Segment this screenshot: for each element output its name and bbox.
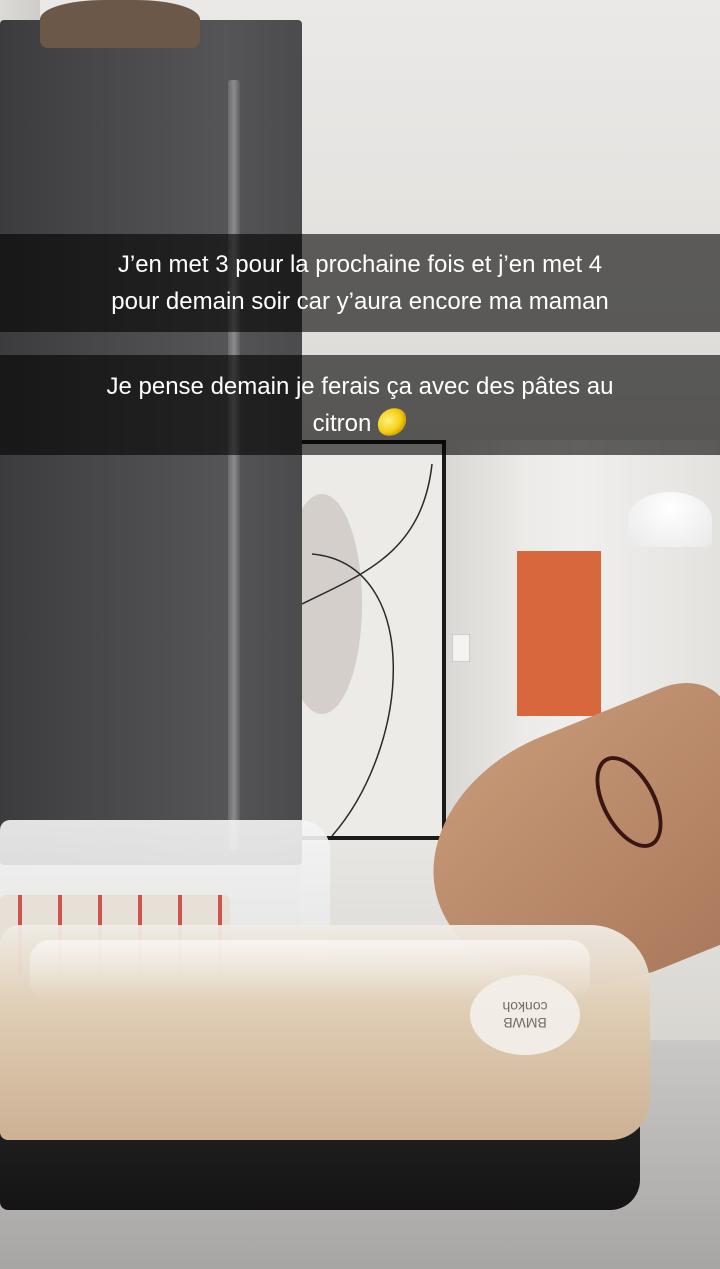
caption-1: J’en met 3 pour la prochaine fois et j’e… (0, 234, 720, 332)
lemon-icon (373, 404, 411, 440)
art-lines (282, 463, 433, 837)
framed-art (282, 440, 446, 840)
orange-artwork (517, 551, 601, 716)
light-switch (452, 634, 470, 662)
caption-1-line-1: J’en met 3 pour la prochaine fois et j’e… (117, 251, 603, 278)
pendant-lamp (628, 492, 712, 547)
bag-label-text: BMWB conkoh (502, 999, 548, 1031)
bag-label: BMWB conkoh (470, 975, 580, 1055)
caption-2-line-2-wrap: citron (18, 404, 702, 442)
caption-2-line-2: citron (312, 410, 372, 437)
caption-2: Je pense demain je ferais ça avec des pâ… (0, 355, 720, 455)
basket-on-fridge (40, 0, 200, 48)
caption-2-line-1: Je pense demain je ferais ça avec des pâ… (106, 373, 614, 400)
story-photo: BMWB conkoh (0, 0, 720, 1269)
fridge-handle (228, 80, 240, 850)
caption-1-line-2: pour demain soir car y’aura encore ma ma… (111, 288, 609, 315)
